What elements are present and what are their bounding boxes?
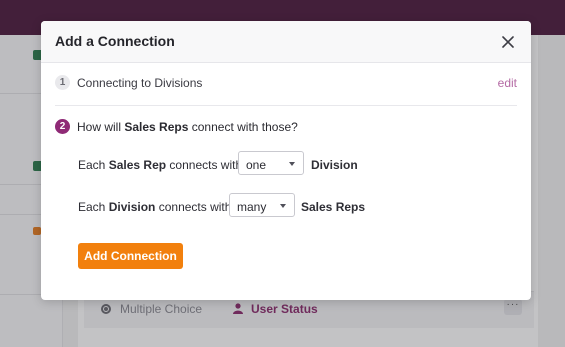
step-connecting-to: 1 Connecting to Divisions edit — [55, 73, 517, 106]
step-number-badge: 2 — [55, 119, 70, 134]
close-icon[interactable] — [499, 33, 517, 51]
question-subject: Sales Reps — [124, 120, 189, 134]
caret-down-icon — [280, 204, 286, 208]
row-object: Sales Reps — [301, 200, 365, 214]
row-subject: Sales Rep — [108, 158, 167, 172]
add-connection-modal: Add a Connection 1 Connecting to Divisio… — [41, 21, 531, 300]
edit-link[interactable]: edit — [498, 76, 517, 90]
row-verb: connects with — [169, 158, 243, 172]
row-subject: Division — [108, 200, 156, 214]
step-question: How will Sales Reps connect with those? — [77, 120, 298, 134]
question-prefix: How will — [77, 120, 122, 134]
connection-row-division: Each Division connects with many Sales R… — [78, 193, 518, 219]
step-number-badge: 1 — [55, 75, 70, 90]
row-verb: connects with — [158, 200, 232, 214]
row-prefix: Each — [78, 200, 106, 214]
step-label: Connecting to Divisions — [77, 76, 203, 90]
modal-header: Add a Connection — [41, 21, 531, 63]
sales-rep-cardinality-select[interactable]: one — [238, 151, 304, 175]
connection-sentence: Each Division connects with — [78, 200, 231, 214]
add-connection-button[interactable]: Add Connection — [78, 243, 183, 269]
connection-sentence: Each Sales Rep connects with — [78, 158, 242, 172]
row-object-label: Sales Reps — [301, 200, 366, 214]
caret-down-icon — [289, 162, 295, 166]
question-suffix: connect with those? — [191, 120, 298, 134]
division-cardinality-select[interactable]: many — [229, 193, 295, 217]
row-object: Division — [311, 158, 358, 172]
step-how-connect: 2 How will Sales Reps connect with those… — [55, 118, 517, 138]
select-value: many — [237, 200, 267, 214]
row-prefix: Each — [78, 158, 106, 172]
modal-title: Add a Connection — [55, 33, 175, 49]
select-value: one — [246, 158, 267, 172]
connection-row-sales-rep: Each Sales Rep connects with one Divisio… — [78, 151, 518, 177]
row-object-label: Division — [311, 158, 358, 172]
